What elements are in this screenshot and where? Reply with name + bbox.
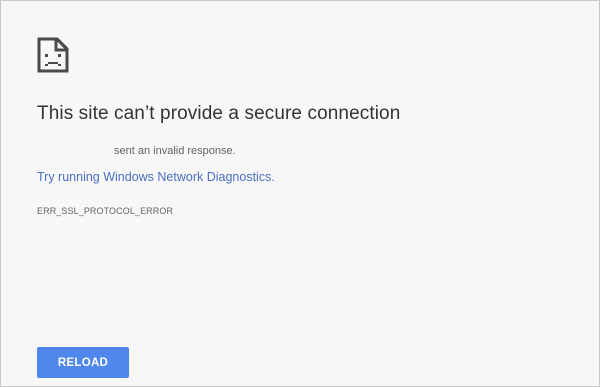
network-diagnostics-link[interactable]: Try running Windows Network Diagnostics.	[37, 170, 275, 184]
reload-button[interactable]: RELOAD	[37, 347, 129, 378]
error-page: This site can’t provide a secure connect…	[0, 0, 600, 387]
error-code: ERR_SSL_PROTOCOL_ERROR	[37, 206, 174, 216]
error-title: This site can’t provide a secure connect…	[37, 103, 401, 124]
error-subtitle: sent an invalid response.	[114, 145, 236, 157]
sad-page-icon	[37, 37, 69, 73]
